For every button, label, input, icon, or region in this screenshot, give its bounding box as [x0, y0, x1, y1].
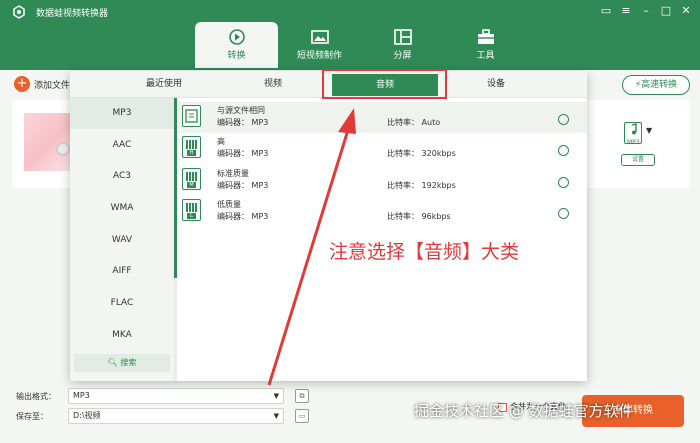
app-window: 数据蛙视频转换器 ▭ ≡ – □ ✕ 转换 短视频制作 分屏 工具 + 添加文件…: [0, 0, 700, 443]
watermark: 掘金技术社区 @ 数据蛙官方软件: [414, 402, 634, 420]
annotation-text: 注意选择【音频】大类: [329, 241, 520, 263]
annotation-arrow: [267, 108, 356, 386]
